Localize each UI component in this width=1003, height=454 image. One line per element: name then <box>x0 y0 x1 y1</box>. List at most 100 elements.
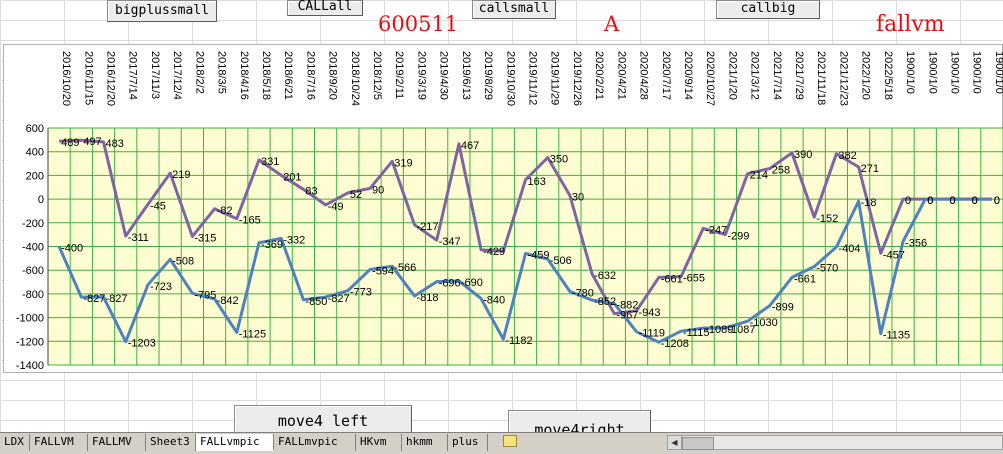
data-label: -82 <box>217 205 233 217</box>
x-tick-label: 2018/9/20 <box>327 51 339 100</box>
sheet-tab[interactable]: plus <box>448 434 488 451</box>
scroll-thumb[interactable] <box>682 437 714 450</box>
data-label: 271 <box>861 163 879 175</box>
data-label: 30 <box>572 192 584 204</box>
x-tick-label: 2021/1/20 <box>726 51 738 100</box>
chart-area: 600 400 200 0 -200 -400 -600 -800 -1000 -1200 -140… <box>3 44 1003 373</box>
data-label: 331 <box>261 156 279 168</box>
data-label: -842 <box>217 295 239 307</box>
x-tick-label: 2019/10/30 <box>504 51 516 106</box>
x-tick-label: 2021/11/18 <box>815 51 827 105</box>
data-label: -780 <box>572 288 594 300</box>
y-tick-label: 200 <box>26 170 44 182</box>
data-label: 350 <box>550 154 568 166</box>
x-tick-label: 2017/11/3 <box>149 51 161 99</box>
bigplussmall-button[interactable]: bigplussmall <box>107 0 217 22</box>
data-label: -899 <box>772 302 794 314</box>
data-label: 163 <box>528 176 546 188</box>
data-label: -795 <box>194 289 216 301</box>
x-tick-label: 2019/11/29 <box>549 51 561 105</box>
data-label: -566 <box>394 262 416 274</box>
data-label: -1208 <box>661 338 689 350</box>
x-tick-label: 2019/12/26 <box>571 51 583 106</box>
data-label: -49 <box>328 201 344 213</box>
data-label: -632 <box>594 270 616 282</box>
data-label: -655 <box>683 273 705 285</box>
stock-code-label: 600511 <box>378 12 459 36</box>
data-label: -369 <box>261 239 283 251</box>
sheet-tab[interactable]: FALLMV <box>88 434 146 451</box>
sheet-tab[interactable]: FALLvmpic <box>196 434 274 451</box>
data-label: -1125 <box>239 328 266 340</box>
line-chart: 600 400 200 0 -200 -400 -600 -800 -1000 -1200 -140… <box>16 51 1003 372</box>
x-tick-label: 2018/4/16 <box>238 51 250 100</box>
x-tick-label: 2020/9/14 <box>682 51 694 100</box>
data-label: -1203 <box>128 338 156 350</box>
data-label: -827 <box>83 293 105 305</box>
x-tick-label: 2020/4/28 <box>638 51 650 100</box>
x-tick-label: 2016/12/20 <box>105 51 117 106</box>
data-label: 214 <box>750 170 768 182</box>
data-label: 0 <box>949 195 955 207</box>
x-tick-label: 2021/7/29 <box>793 51 805 100</box>
callall-button[interactable]: CALLall <box>287 0 363 16</box>
x-tick-label: 2017/7/14 <box>127 51 139 100</box>
grade-label: A <box>604 12 620 36</box>
x-tick-label: 2020/10/27 <box>704 51 716 106</box>
sheet-tab[interactable]: FALLmvpic <box>274 434 356 451</box>
data-label: -661 <box>794 273 816 285</box>
data-label: 319 <box>394 157 412 169</box>
x-tick-label: 2019/11/12 <box>527 51 539 105</box>
horizontal-scrollbar[interactable]: ◀ <box>667 435 1003 450</box>
data-label: -723 <box>150 281 172 293</box>
sheet-tab[interactable]: hkmm <box>402 434 448 451</box>
x-tick-label: 2020/2/21 <box>593 51 605 100</box>
x-tick-label: 2020/7/17 <box>660 51 672 100</box>
data-label: 201 <box>283 171 301 183</box>
move-left-button[interactable]: move4 left <box>234 405 412 435</box>
x-tick-label: 2016/11/15 <box>82 51 94 105</box>
data-label: -850 <box>305 296 327 308</box>
data-label: -457 <box>883 249 905 261</box>
mode-label: fallvm <box>876 12 945 37</box>
data-label: -404 <box>838 243 860 255</box>
x-tick-label: 2022/1/20 <box>860 51 872 100</box>
y-tick-label: -1400 <box>16 360 44 372</box>
x-tick-label: 2016/10/20 <box>60 51 72 106</box>
sheet-tab[interactable]: Sheet3 <box>146 434 196 451</box>
data-label: -165 <box>239 215 261 227</box>
data-label: 0 <box>994 195 1000 207</box>
x-tick-label: 2018/6/21 <box>282 51 294 100</box>
y-tick-label: -600 <box>22 265 44 277</box>
data-label: 489 <box>61 137 79 149</box>
callsmall-button[interactable]: callsmall <box>472 0 556 19</box>
data-label: -570 <box>816 263 838 275</box>
data-label: 258 <box>772 165 790 177</box>
x-tick-label: 2017/12/4 <box>171 51 183 100</box>
x-tick-label: 2019/2/11 <box>393 51 405 99</box>
data-label: 83 <box>305 185 317 197</box>
sheet-tab[interactable]: FALLVM <box>30 434 88 451</box>
data-label: -506 <box>550 255 572 267</box>
data-label: -332 <box>283 234 305 246</box>
callbig-button[interactable]: callbig <box>716 0 820 19</box>
x-tick-label: 1900/1/0 <box>904 51 916 94</box>
y-tick-label: 0 <box>38 194 44 206</box>
x-tick-label: 2018/10/24 <box>349 51 361 106</box>
data-label: -508 <box>172 255 194 267</box>
x-tick-label: 2019/6/13 <box>460 51 472 100</box>
scroll-left-icon[interactable]: ◀ <box>668 436 682 449</box>
data-label: 390 <box>794 149 812 161</box>
x-tick-label: 2020/4/21 <box>615 51 627 100</box>
data-label: -818 <box>416 292 438 304</box>
y-tick-label: -200 <box>22 218 44 230</box>
x-tick-label: 2018/7/16 <box>304 51 316 100</box>
data-label: -152 <box>816 213 838 225</box>
sheet-tab[interactable]: HKvm <box>356 434 402 451</box>
y-tick-label: -1200 <box>16 336 44 348</box>
sheet-tab[interactable]: LDX <box>0 434 30 451</box>
x-tick-label: 2018/5/18 <box>260 51 272 100</box>
insert-sheet-icon[interactable] <box>503 435 517 447</box>
data-label: 90 <box>372 184 384 196</box>
data-label: 483 <box>106 138 124 150</box>
